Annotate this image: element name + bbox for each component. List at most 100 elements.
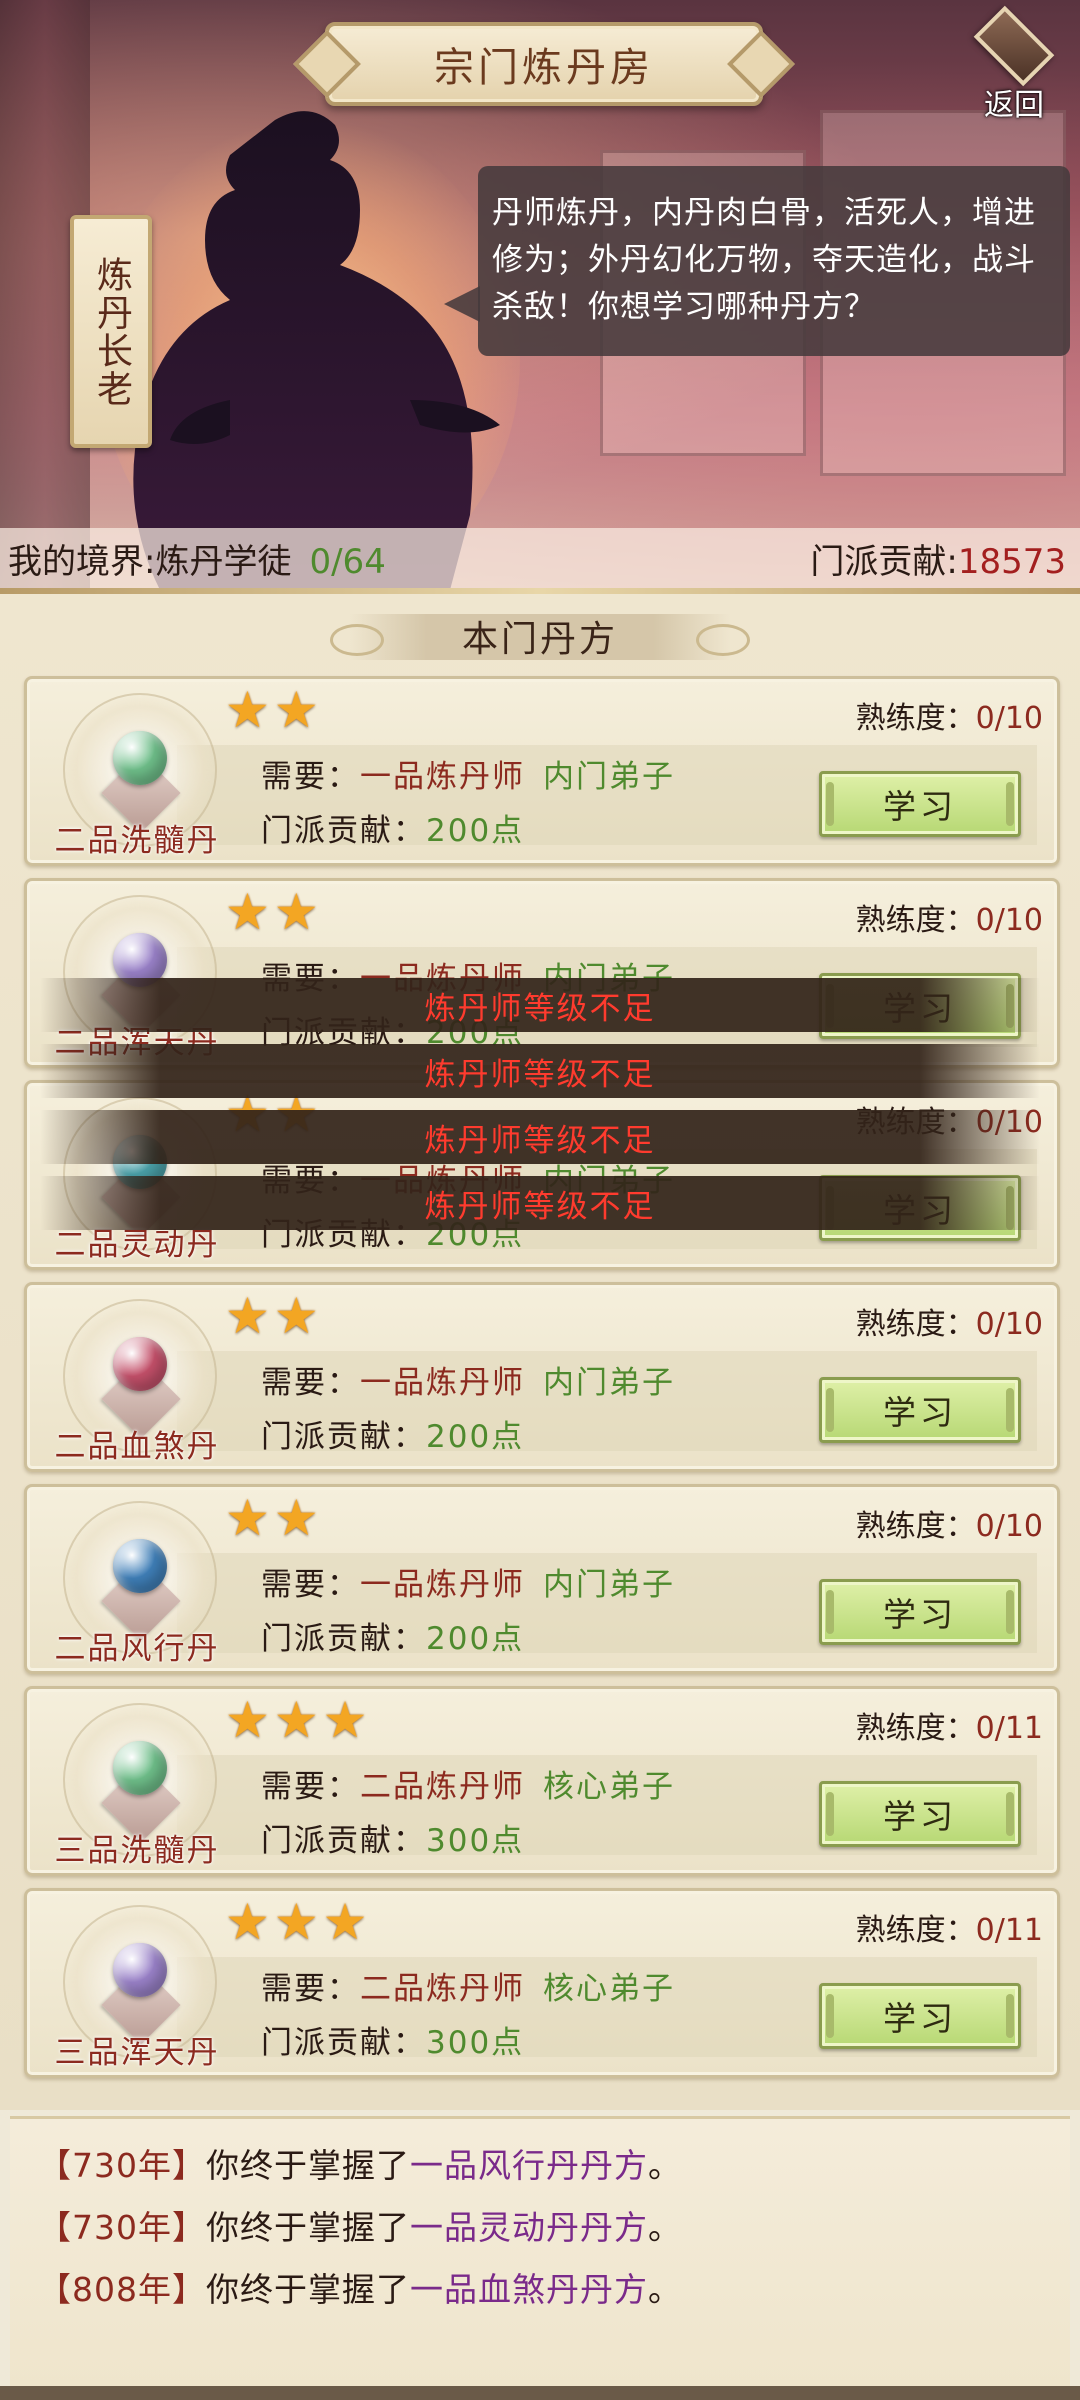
pill-icon: [113, 731, 167, 785]
proficiency-value: 0/11: [975, 1711, 1043, 1746]
log-entry: 【730年】你终于掌握了一品风行丹丹方。: [38, 2139, 682, 2187]
star-rating: ★★: [225, 1289, 323, 1343]
contribution-cost: 门派贡献：300点: [261, 1815, 524, 1860]
recipe-name: 二品洗髓丹: [54, 823, 220, 859]
contribution-label: 门派贡献:: [810, 541, 958, 582]
toast-message: 炼丹师等级不足: [40, 1176, 1040, 1230]
status-bar: 我的境界:炼丹学徒 0/64 门派贡献:18573: [0, 528, 1080, 588]
proficiency-value: 0/10: [975, 1307, 1043, 1342]
cloud-ornament-icon: [330, 624, 384, 656]
star-icon: ★: [322, 1893, 368, 1951]
log-entry: 【808年】你终于掌握了一品血煞丹丹方。: [38, 2263, 682, 2311]
requirement-discipline: 内门弟子: [543, 1567, 675, 1603]
cost-label: 门派贡献：: [261, 1823, 426, 1859]
log-text: 你终于掌握了: [206, 2146, 410, 2185]
learn-button[interactable]: 学习: [819, 1579, 1021, 1645]
requirement-discipline: 核心弟子: [543, 1769, 675, 1805]
star-icon: ★: [273, 681, 319, 739]
proficiency: 熟练度：0/10: [856, 1299, 1043, 1343]
recipe-card: 二品风行丹 ★ ★ 熟练度：0/10 需要：一品炼丹师 内门弟子 门派贡献：200点…: [24, 1484, 1060, 1674]
star-icon: ★: [273, 1691, 319, 1749]
contribution-cost: 门派贡献：200点: [261, 805, 524, 850]
learn-button[interactable]: 学习: [819, 1377, 1021, 1443]
cost-label: 门派贡献：: [261, 2025, 426, 2061]
log-item: 一品风行丹丹方: [410, 2146, 648, 2185]
star-icon: ★: [225, 1489, 270, 1547]
cost-value: 200点: [426, 813, 525, 849]
realm-label: 我的境界:炼丹学徒: [8, 541, 292, 582]
star-icon: ★: [225, 883, 270, 941]
star-icon: ★: [273, 1489, 319, 1547]
contribution-cost: 门派贡献：300点: [261, 2017, 524, 2062]
requirement-label: 需要：: [261, 1769, 360, 1805]
pill-icon: [113, 1741, 167, 1795]
requirement-label: 需要：: [261, 1971, 360, 2007]
contribution-info: 门派贡献:18573: [810, 534, 1066, 583]
log-year: 【730年】: [38, 2146, 206, 2185]
log-text: 你终于掌握了: [206, 2208, 410, 2247]
recipe-panel[interactable]: 本门丹方 二品洗髓丹 ★ ★ 熟练度：0/10 需要：一品炼丹师 内门弟子 门派贡献…: [0, 594, 1080, 2110]
star-icon: ★: [225, 1691, 270, 1749]
recipe-card: 三品浑天丹 ★ ★ ★ 熟练度：0/11 需要：二品炼丹师 核心弟子 门派贡献：300…: [24, 1888, 1060, 2078]
star-icon: ★: [225, 1893, 270, 1951]
star-icon: ★: [225, 1287, 270, 1345]
log-item: 一品血煞丹丹方: [410, 2270, 648, 2309]
cost-value: 200点: [426, 1419, 525, 1455]
requirement: 需要：一品炼丹师内门弟子: [261, 751, 675, 796]
cloud-ornament-icon: [696, 624, 750, 656]
requirement-rank: 一品炼丹师: [360, 759, 525, 795]
star-rating: ★ ★ ★: [225, 1895, 371, 1949]
toast-message: 炼丹师等级不足: [40, 1110, 1040, 1164]
star-icon: ★: [273, 1893, 319, 1951]
dialogue-bubble: 丹师炼丹，内丹肉白骨，活死人，增进修为；外丹幻化万物，夺天造化，战斗杀敌！你想学…: [444, 166, 1070, 356]
recipe-card: 二品洗髓丹 ★ ★ 熟练度：0/10 需要：一品炼丹师 内门弟子 门派贡献：200点…: [24, 676, 1060, 866]
log-end: 。: [648, 2146, 682, 2185]
log-end: 。: [648, 2270, 682, 2309]
learn-button[interactable]: 学习: [819, 771, 1021, 837]
log-year: 【808年】: [38, 2270, 206, 2309]
section-header: 本门丹方: [330, 608, 750, 664]
recipe-card: 二品灵动丹 ★★ 熟练度：0/10 需要：一品炼丹师内门弟子 门派贡献：200点…: [24, 1080, 1060, 1270]
requirement-label: 需要：: [261, 1567, 360, 1603]
bottom-bar: [0, 2386, 1080, 2400]
elder-silhouette: [110, 111, 520, 590]
cost-value: 300点: [426, 2025, 525, 2061]
pill-icon: [113, 1539, 167, 1593]
log-item: 一品灵动丹丹方: [410, 2208, 648, 2247]
proficiency-label: 熟练度：: [855, 1711, 976, 1746]
toast-message: 炼丹师等级不足: [40, 978, 1040, 1032]
star-rating: ★ ★ ★: [225, 1693, 371, 1747]
realm-progress: 0/64: [309, 541, 386, 582]
proficiency-label: 熟练度：: [855, 1509, 976, 1544]
cost-value: 200点: [426, 1621, 525, 1657]
back-button[interactable]: 返回: [962, 5, 1066, 124]
requirement-discipline: 内门弟子: [543, 1365, 675, 1401]
proficiency: 熟练度：0/11: [856, 1905, 1043, 1949]
proficiency-value: 0/11: [975, 1913, 1043, 1948]
recipe-card: 二品血煞丹 ★ ★ 熟练度：0/10 需要：一品炼丹师 内门弟子 门派贡献：200点…: [24, 1282, 1060, 1472]
recipe-name: 二品血煞丹: [54, 1429, 220, 1465]
recipe-name: 三品浑天丹: [54, 2035, 220, 2071]
recipe-card: 二品浑天丹 ★★ 熟练度：0/10 需要：一品炼丹师内门弟子 门派贡献：200点…: [24, 878, 1060, 1068]
requirement-label: 需要：: [261, 759, 360, 795]
cost-label: 门派贡献：: [261, 813, 426, 849]
requirement-label: 需要：: [261, 1365, 360, 1401]
dialogue-text: 丹师炼丹，内丹肉白骨，活死人，增进修为；外丹幻化万物，夺天造化，战斗杀敌！你想学…: [492, 195, 1036, 325]
proficiency: 熟练度：0/11: [856, 1703, 1043, 1747]
elder-name-banner: 炼丹长老: [70, 215, 152, 448]
learn-button[interactable]: 学习: [819, 1983, 1021, 2049]
cost-value: 300点: [426, 1823, 525, 1859]
recipe-name: 三品洗髓丹: [54, 1833, 220, 1869]
requirement-discipline: 核心弟子: [543, 1971, 675, 2007]
pill-icon: [113, 1337, 167, 1391]
star-icon: ★: [322, 1691, 368, 1749]
learn-button[interactable]: 学习: [819, 1781, 1021, 1847]
back-arrow-icon: [973, 5, 1055, 87]
log-year: 【730年】: [38, 2208, 206, 2247]
proficiency-value: 0/10: [975, 903, 1043, 938]
elder-name: 炼丹长老: [91, 255, 132, 408]
contribution-value: 18573: [957, 541, 1066, 582]
section-title: 本门丹方: [461, 619, 618, 660]
proficiency: 熟练度：0/10: [856, 895, 1043, 939]
back-label: 返回: [984, 88, 1044, 123]
